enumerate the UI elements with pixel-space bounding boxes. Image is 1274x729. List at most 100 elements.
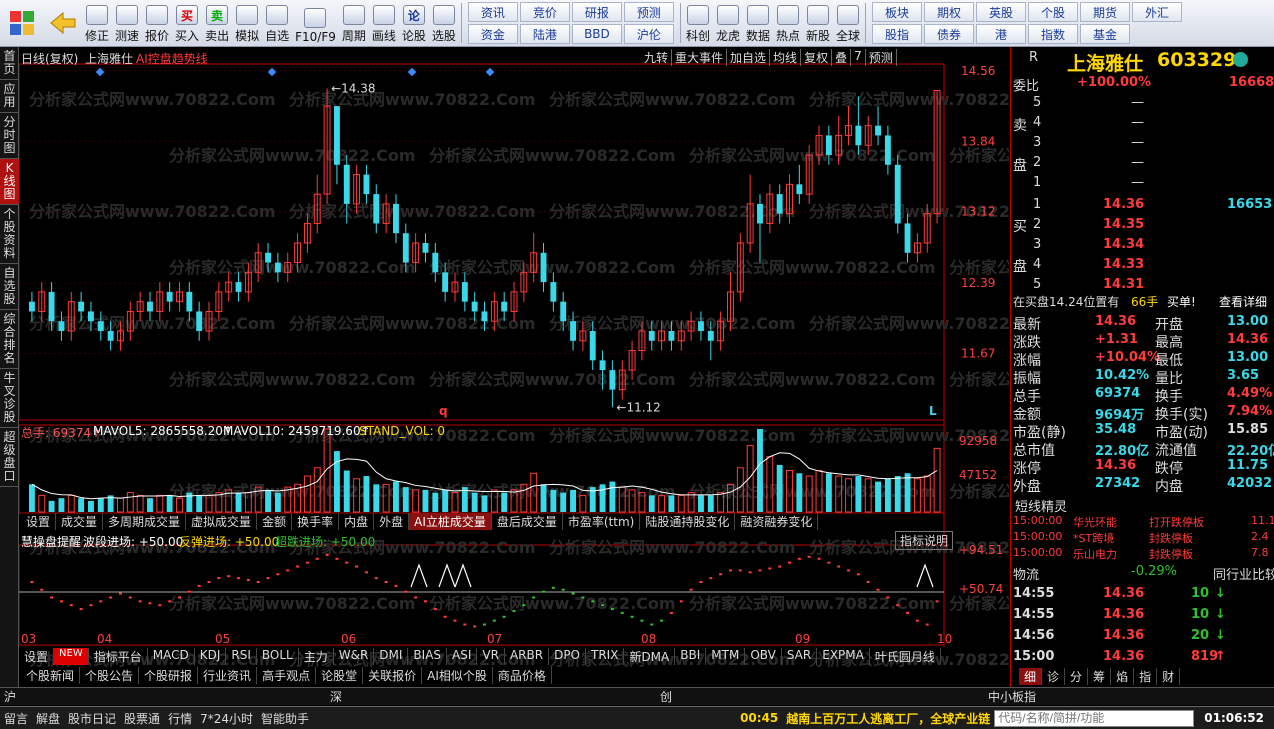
info-tabs-3[interactable]: 行业资讯: [198, 667, 258, 684]
chart-btn-6[interactable]: 7: [851, 49, 866, 66]
toolbar-btn-1[interactable]: 测速: [112, 0, 142, 46]
info-tabs-4[interactable]: 高手观点: [257, 667, 317, 684]
ind-tabs-4[interactable]: KDJ: [195, 648, 227, 665]
vol-tabs-2[interactable]: 多周期成交量: [103, 513, 187, 530]
spirit-stock[interactable]: *ST跨境: [1073, 530, 1114, 546]
status-link-1[interactable]: 解盘: [32, 710, 64, 727]
vol-tabs-0[interactable]: 设置: [21, 513, 57, 530]
info-tabs-5[interactable]: 论股堂: [316, 667, 364, 684]
toolbar-grid2-10[interactable]: 外汇: [1132, 2, 1183, 22]
ind-tabs-8[interactable]: W&R: [334, 648, 375, 665]
toolbar-mid-btn-1[interactable]: 龙虎: [713, 0, 743, 46]
ind-tabs-16[interactable]: 新DMA: [624, 648, 676, 665]
status-link-5[interactable]: 7*24小时: [196, 710, 257, 727]
status-link-2[interactable]: 股市日记: [64, 710, 120, 727]
toolbar-btn-6[interactable]: 自选: [262, 0, 292, 46]
ind-tabs-9[interactable]: DMI: [374, 648, 409, 665]
toolbar-mid-btn-0[interactable]: 科创: [683, 0, 713, 46]
chart-btn-5[interactable]: 叠: [832, 49, 852, 66]
vol-tabs-3[interactable]: 虚拟成交量: [186, 513, 258, 530]
left-nav-item-2[interactable]: 分时图: [0, 113, 19, 159]
quote-tab-4[interactable]: 焰: [1111, 668, 1135, 685]
toolbar-grid2-9[interactable]: 基金: [1080, 24, 1131, 44]
toolbar-grid1-6[interactable]: 预测: [623, 2, 674, 22]
toolbar-grid2-2[interactable]: 期权: [924, 2, 975, 22]
ind-tabs-13[interactable]: ARBR: [505, 648, 550, 665]
info-tabs-8[interactable]: 商品价格: [493, 667, 552, 684]
vol-tabs-1[interactable]: 成交量: [56, 513, 104, 530]
left-nav-item-6[interactable]: 综合排名: [0, 310, 19, 369]
toolbar-grid2-1[interactable]: 股指: [872, 24, 923, 44]
quote-tab-5[interactable]: 指: [1134, 668, 1158, 685]
vol-tabs-11[interactable]: 陆股通持股变化: [640, 513, 736, 530]
left-nav-item-3[interactable]: K线图: [0, 159, 19, 205]
ind-tabs-1[interactable]: NEW: [54, 648, 89, 665]
ind-tabs-19[interactable]: OBV: [745, 648, 782, 665]
toolbar-mid-btn-3[interactable]: 热点: [773, 0, 803, 46]
search-input[interactable]: [994, 709, 1195, 727]
toolbar-btn-7[interactable]: F10/F9: [292, 0, 339, 46]
ind-tabs-3[interactable]: MACD: [148, 648, 195, 665]
news-ticker[interactable]: 越南上百万工人逃离工厂，全球产业链: [782, 710, 994, 727]
toolbar-btn-2[interactable]: 报价: [142, 0, 172, 46]
toolbar-grid2-6[interactable]: 个股: [1028, 2, 1079, 22]
toolbar-grid1-4[interactable]: 研报: [571, 2, 622, 22]
ind-tabs-22[interactable]: 叶氏圆月线: [870, 648, 941, 665]
ai-trendline-label[interactable]: AI控盘趋势线: [136, 50, 208, 67]
ind-tabs-11[interactable]: ASI: [447, 648, 478, 665]
back-button[interactable]: [44, 0, 82, 46]
globe-icon[interactable]: [1233, 52, 1248, 67]
chart-btn-2[interactable]: 加自选: [727, 49, 771, 66]
ind-tabs-18[interactable]: MTM: [706, 648, 746, 665]
index-sh-label[interactable]: 沪: [4, 688, 16, 705]
quote-tab-6[interactable]: 财: [1157, 668, 1181, 685]
toolbar-mid-btn-5[interactable]: 全球: [833, 0, 863, 46]
vol-tabs-10[interactable]: 市盈率(ttm): [563, 513, 641, 530]
spirit-stock[interactable]: 乐山电力: [1073, 546, 1117, 562]
ind-tabs-14[interactable]: DPO: [549, 648, 586, 665]
info-tabs-0[interactable]: 个股新闻: [21, 667, 81, 684]
toolbar-grid1-5[interactable]: BBD: [571, 24, 622, 44]
index-cy-label[interactable]: 创: [660, 688, 672, 705]
left-nav-item-5[interactable]: 自选股: [0, 264, 19, 310]
toolbar-btn-11[interactable]: 选股: [429, 0, 459, 46]
toolbar-btn-3[interactable]: 买买入: [172, 0, 202, 46]
toolbar-btn-8[interactable]: 周期: [339, 0, 369, 46]
toolbar-grid2-5[interactable]: 港: [976, 24, 1027, 44]
indicator-help-button[interactable]: 指标说明: [895, 531, 954, 550]
ind-tabs-6[interactable]: BOLL: [257, 648, 299, 665]
toolbar-grid1-0[interactable]: 资讯: [467, 2, 518, 22]
ind-tabs-5[interactable]: RSI: [226, 648, 257, 665]
toolbar-mid-btn-4[interactable]: 新股: [803, 0, 833, 46]
vol-tabs-5[interactable]: 换手率: [292, 513, 340, 530]
toolbar-grid1-2[interactable]: 竞价: [519, 2, 570, 22]
chart-btn-4[interactable]: 复权: [801, 49, 833, 66]
status-link-0[interactable]: 留言: [0, 710, 32, 727]
sector-compare-button[interactable]: 同行业比较: [1213, 564, 1274, 583]
left-nav-item-4[interactable]: 个股资料: [0, 205, 19, 264]
chart-btn-7[interactable]: 预测: [866, 49, 897, 66]
index-small-label[interactable]: 中小板指: [988, 688, 1036, 705]
toolbar-grid1-3[interactable]: 陆港: [519, 24, 570, 44]
index-sz-label[interactable]: 深: [330, 688, 342, 705]
vol-tabs-8[interactable]: AI立桩成交量: [409, 513, 492, 530]
quote-tab-1[interactable]: 诊: [1042, 668, 1066, 685]
vol-tabs-12[interactable]: 融资融券变化: [735, 513, 819, 530]
toolbar-grid2-8[interactable]: 期货: [1080, 2, 1131, 22]
info-tabs-2[interactable]: 个股研报: [139, 667, 199, 684]
chart-btn-0[interactable]: 九转: [641, 49, 673, 66]
left-nav-item-7[interactable]: 牛叉诊股: [0, 369, 19, 428]
ind-tabs-15[interactable]: TRIX: [586, 648, 625, 665]
ind-tabs-10[interactable]: BIAS: [408, 648, 448, 665]
toolbar-btn-5[interactable]: 模拟: [232, 0, 262, 46]
toolbar-grid2-4[interactable]: 英股: [976, 2, 1027, 22]
ind-tabs-7[interactable]: 主力: [299, 648, 334, 665]
vol-tabs-6[interactable]: 内盘: [339, 513, 375, 530]
toolbar-grid1-7[interactable]: 沪伦: [623, 24, 674, 44]
info-tabs-1[interactable]: 个股公告: [80, 667, 140, 684]
left-nav-item-0[interactable]: 首页: [0, 47, 19, 80]
toolbar-grid2-3[interactable]: 债券: [924, 24, 975, 44]
ind-tabs-0[interactable]: 设置: [19, 648, 55, 665]
toolbar-btn-0[interactable]: 修正: [82, 0, 112, 46]
info-tabs-6[interactable]: 关联报价: [363, 667, 423, 684]
